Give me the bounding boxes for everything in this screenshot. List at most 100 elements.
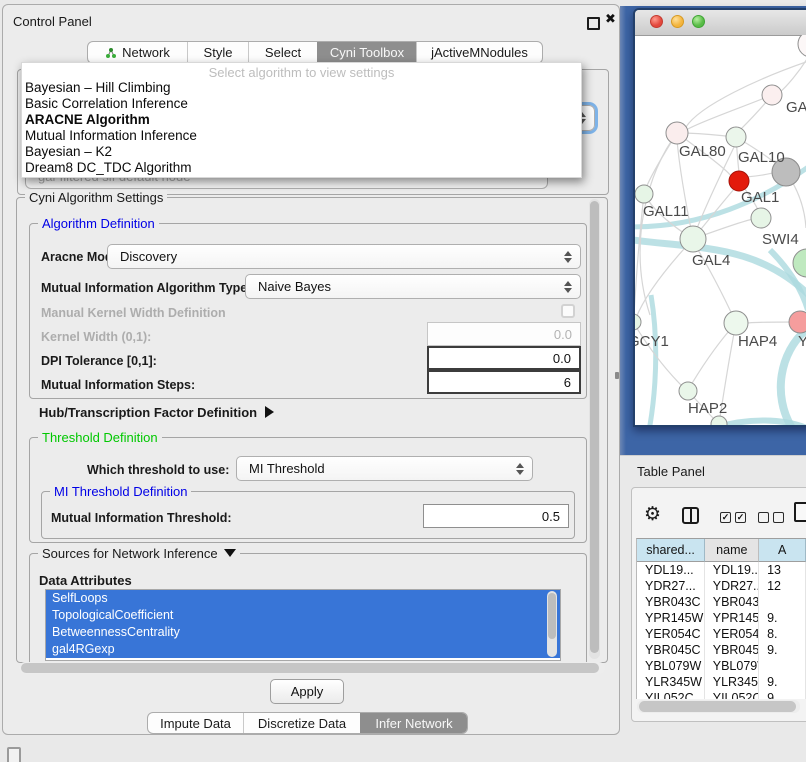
algorithm-option[interactable]: Basic Correlation Inference (22, 96, 581, 112)
network-node[interactable] (635, 314, 641, 330)
network-edge[interactable] (636, 239, 693, 318)
table-row[interactable]: YBR045CYBR045C9. (637, 642, 806, 658)
attribute-list-item[interactable]: TopologicalCoefficient (46, 607, 560, 624)
panel-divider-grip[interactable] (615, 372, 619, 379)
table-cell: 9 (759, 690, 806, 699)
kernel-width-field[interactable]: 0.0 (427, 322, 581, 346)
mi-type-combo[interactable]: Naive Bayes (245, 274, 581, 299)
network-node[interactable] (711, 416, 727, 425)
network-node[interactable] (680, 226, 706, 252)
network-node[interactable] (762, 85, 782, 105)
column-header[interactable]: name (705, 539, 759, 562)
settings-horizontal-scrollbar[interactable] (19, 662, 605, 674)
network-node[interactable] (666, 122, 688, 144)
tab-label: Discretize Data (258, 716, 346, 731)
table-row[interactable]: YER054CYER054C8. (637, 626, 806, 642)
network-edge-highlighted[interactable] (640, 295, 656, 425)
hub-section-toggle[interactable]: Hub/Transcription Factor Definition (39, 405, 274, 420)
algorithm-option[interactable]: Bayesian – K2 (22, 144, 581, 160)
table-row[interactable]: YIL052CYIL052C9 (637, 690, 806, 699)
table-cell: YDL19... (637, 562, 705, 578)
mi-type-label: Mutual Information Algorithm Type: (41, 281, 251, 295)
network-node-label: GAL1 (741, 189, 779, 206)
network-node[interactable] (724, 311, 748, 335)
columns-icon[interactable] (682, 507, 699, 524)
algorithm-option[interactable]: Dream8 DC_TDC Algorithm (22, 160, 581, 176)
table-row[interactable]: YDL19...YDL19...13 (637, 562, 806, 578)
scroll-thumb[interactable] (21, 663, 599, 673)
zoom-traffic-light-icon[interactable] (692, 15, 705, 28)
tab-style[interactable]: Style (187, 42, 248, 63)
attribute-list-scrollbar[interactable] (547, 591, 557, 657)
tab-label: Select (265, 45, 301, 60)
table-row[interactable]: YLR345WYLR345W9. (637, 674, 806, 690)
settings-vertical-scrollbar[interactable] (589, 199, 600, 659)
network-node[interactable] (751, 208, 771, 228)
attribute-list-item[interactable]: BetweennessCentrality (46, 624, 560, 641)
network-edge[interactable] (746, 173, 773, 177)
collapsed-arrow-icon (265, 406, 274, 418)
mi-threshold-field[interactable]: 0.5 (423, 504, 569, 528)
algorithm-option[interactable]: ARACNE Algorithm (22, 112, 581, 128)
table-cell: 13 (759, 562, 806, 578)
float-window-icon[interactable] (587, 17, 600, 30)
tab-label: jActiveMNodules (431, 45, 528, 60)
scroll-thumb[interactable] (590, 201, 599, 653)
network-node[interactable] (726, 127, 746, 147)
table-cell: 9. (759, 610, 806, 626)
close-icon[interactable]: ✖ (605, 12, 616, 27)
scroll-thumb[interactable] (639, 701, 796, 712)
mi-steps-value: 6 (564, 375, 571, 390)
network-node[interactable] (798, 35, 806, 57)
network-node[interactable] (793, 249, 806, 277)
tab-jactivemnodules[interactable]: jActiveMNodules (416, 42, 542, 63)
tab-discretize-data[interactable]: Discretize Data (243, 713, 360, 733)
tab-cyni-toolbox[interactable]: Cyni Toolbox (317, 42, 416, 63)
table-row[interactable]: YDR27...YDR27...12 (637, 578, 806, 594)
table-cell: YDR27... (637, 578, 705, 594)
table-row[interactable]: YPR145WYPR145W9. (637, 610, 806, 626)
apply-button[interactable]: Apply (270, 679, 344, 704)
table-row[interactable]: YBR043CYBR043C (637, 594, 806, 610)
dpi-tolerance-field[interactable]: 0.0 (427, 346, 581, 370)
document-icon[interactable] (794, 502, 806, 522)
network-node-label: GAL (786, 99, 806, 116)
scroll-thumb[interactable] (548, 593, 556, 639)
minimize-traffic-light-icon[interactable] (671, 15, 684, 28)
select-all-columns-icon[interactable]: ✓✓ (720, 512, 746, 523)
gear-icon[interactable]: ⚙ (644, 503, 661, 525)
network-node[interactable] (679, 382, 697, 400)
collapsed-panel-icon[interactable] (7, 747, 21, 762)
algorithm-option[interactable]: Bayesian – Hill Climbing (22, 80, 581, 96)
network-node[interactable] (635, 185, 653, 203)
table-row[interactable]: YBL079WYBL079W (637, 658, 806, 674)
network-canvas[interactable]: GALGAL80GAL10GAL1GAL11SWI4GAL4GCY1HAP4YH… (635, 35, 806, 425)
tab-select[interactable]: Select (248, 42, 317, 63)
aracne-mode-combo[interactable]: Discovery (107, 244, 581, 269)
algorithm-option[interactable]: Mutual Information Inference (22, 128, 581, 144)
table-horizontal-scrollbar[interactable] (637, 700, 800, 713)
manual-kernel-checkbox[interactable] (561, 304, 575, 318)
network-edge[interactable] (780, 52, 806, 92)
network-node-label: GAL10 (738, 149, 785, 166)
network-edge[interactable] (686, 62, 806, 127)
network-node-label: GAL80 (679, 143, 726, 160)
attribute-list-item[interactable]: gal4RGexp (46, 641, 560, 658)
network-node[interactable] (789, 311, 806, 333)
chevron-updown-icon (564, 281, 572, 293)
attribute-list-item[interactable]: SelfLoops (46, 590, 560, 607)
which-threshold-combo[interactable]: MI Threshold (236, 456, 533, 481)
deselect-all-columns-icon[interactable] (758, 512, 784, 523)
network-window-titlebar[interactable] (635, 10, 806, 36)
kernel-width-label: Kernel Width (0,1): (41, 330, 151, 344)
tab-infer-network[interactable]: Infer Network (360, 713, 467, 733)
column-header[interactable]: A (759, 539, 806, 562)
dpi-tolerance-value: 0.0 (553, 351, 571, 366)
close-traffic-light-icon[interactable] (650, 15, 663, 28)
network-node[interactable] (729, 171, 749, 191)
column-header[interactable]: shared... (637, 539, 705, 562)
tab-network[interactable]: Network (88, 42, 187, 63)
tab-impute-data[interactable]: Impute Data (148, 713, 243, 733)
network-edge[interactable] (635, 322, 682, 386)
mi-steps-field[interactable]: 6 (427, 370, 581, 394)
